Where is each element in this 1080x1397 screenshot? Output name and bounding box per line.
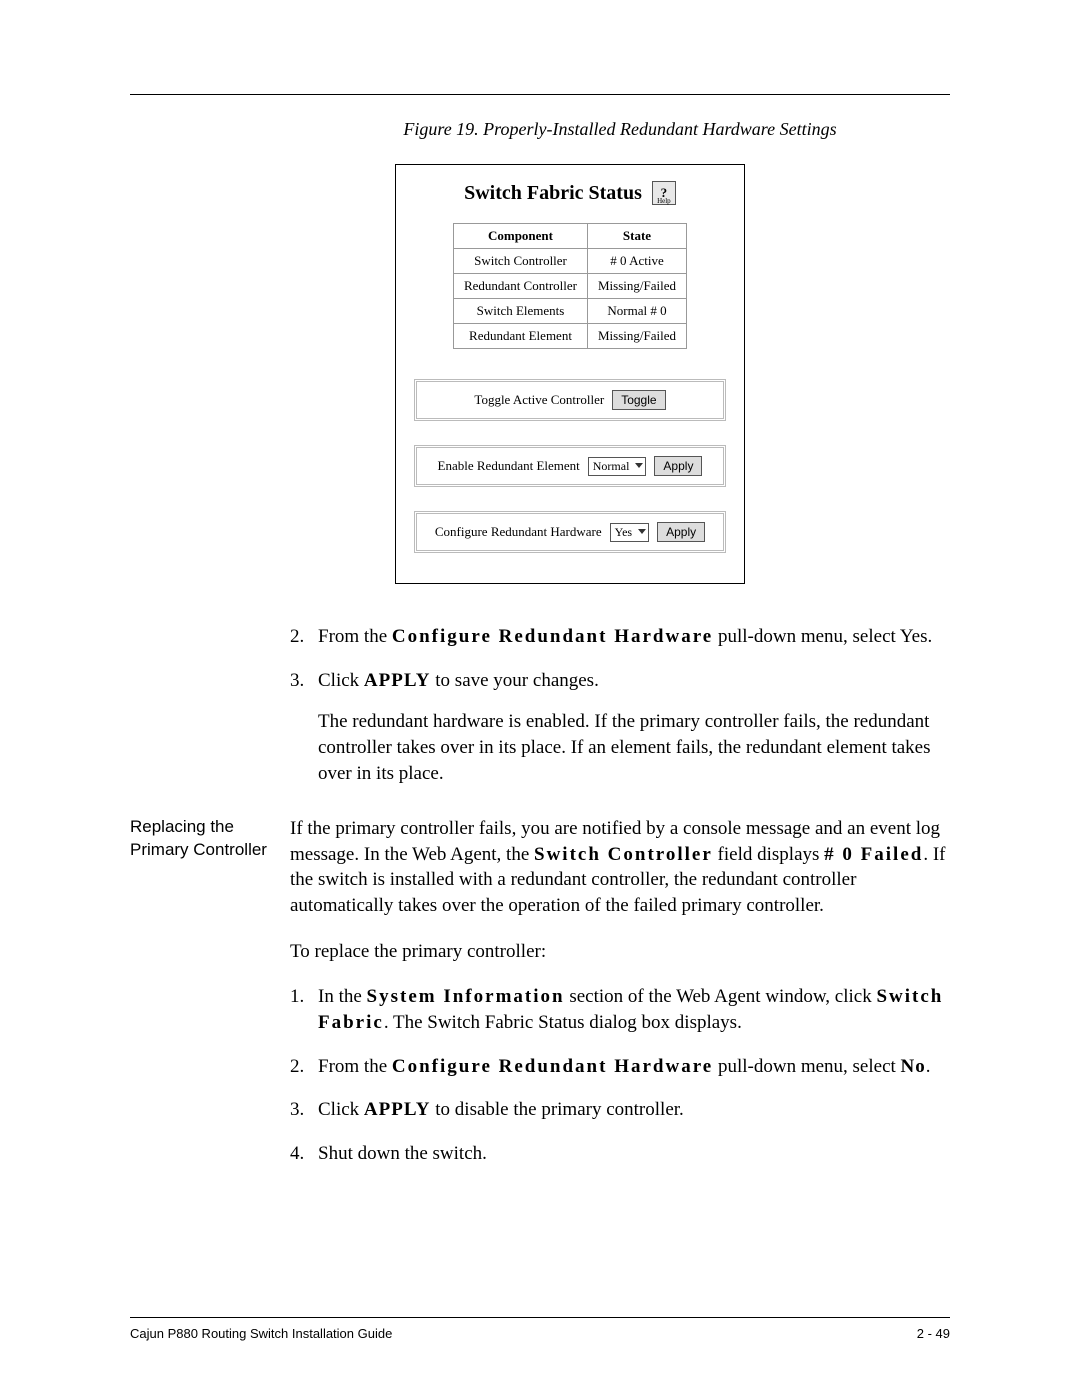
figure-caption: Figure 19. Properly-Installed Redundant … [290,119,950,140]
step-text: Click APPLY to disable the primary contr… [318,1097,950,1123]
cell: Redundant Controller [453,274,587,299]
step-number: 3. [290,1097,318,1123]
enable-row: Enable Redundant Element Normal Apply [414,445,726,487]
section-paragraph: If the primary controller fails, you are… [290,816,950,919]
toggle-row: Toggle Active Controller Toggle [414,379,726,421]
step-text: Click APPLY to save your changes. The re… [318,668,950,787]
configure-apply-button[interactable]: Apply [657,522,705,542]
cell: Missing/Failed [588,324,687,349]
step-text: Shut down the switch. [318,1141,950,1167]
step-text: From the Configure Redundant Hardware pu… [318,1054,950,1080]
cell: Missing/Failed [588,274,687,299]
section-paragraph: To replace the primary controller: [290,939,950,965]
help-icon[interactable] [652,181,676,205]
steps-list-a: 2. From the Configure Redundant Hardware… [290,624,950,786]
step-item: 2. From the Configure Redundant Hardware… [290,1054,950,1080]
step-sub-paragraph: The redundant hardware is enabled. If th… [318,709,950,786]
enable-apply-button[interactable]: Apply [654,456,702,476]
top-rule [130,94,950,95]
step-number: 4. [290,1141,318,1167]
step-number: 3. [290,668,318,787]
cell: # 0 Active [588,249,687,274]
steps-list-b: 1. In the System Information section of … [290,984,950,1166]
cell: Switch Elements [453,299,587,324]
status-table: Component State Switch Controller # 0 Ac… [453,223,687,349]
configure-label: Configure Redundant Hardware [435,524,602,540]
step-number: 1. [290,984,318,1035]
step-item: 3. Click APPLY to save your changes. The… [290,668,950,787]
configure-select[interactable]: Yes [610,523,649,542]
footer-right: 2 - 49 [917,1326,950,1341]
table-header-state: State [588,224,687,249]
footer-left: Cajun P880 Routing Switch Installation G… [130,1326,392,1341]
enable-label: Enable Redundant Element [438,458,580,474]
toggle-button[interactable]: Toggle [612,390,665,410]
toggle-label: Toggle Active Controller [474,392,604,408]
step-text: In the System Information section of the… [318,984,950,1035]
table-row: Redundant Controller Missing/Failed [453,274,686,299]
cell: Normal # 0 [588,299,687,324]
step-number: 2. [290,624,318,650]
step-item: 3. Click APPLY to disable the primary co… [290,1097,950,1123]
cell: Redundant Element [453,324,587,349]
panel-title: Switch Fabric Status [464,182,642,205]
switch-fabric-panel: Switch Fabric Status Component State Swi… [395,164,745,584]
step-item: 1. In the System Information section of … [290,984,950,1035]
table-header-component: Component [453,224,587,249]
step-number: 2. [290,1054,318,1080]
table-row: Redundant Element Missing/Failed [453,324,686,349]
table-row: Switch Elements Normal # 0 [453,299,686,324]
page-footer: Cajun P880 Routing Switch Installation G… [130,1317,950,1341]
step-text: From the Configure Redundant Hardware pu… [318,624,950,650]
step-item: 4. Shut down the switch. [290,1141,950,1167]
step-item: 2. From the Configure Redundant Hardware… [290,624,950,650]
configure-row: Configure Redundant Hardware Yes Apply [414,511,726,553]
enable-select[interactable]: Normal [588,457,647,476]
cell: Switch Controller [453,249,587,274]
side-heading: Replacing the Primary Controller [130,816,290,862]
table-row: Switch Controller # 0 Active [453,249,686,274]
